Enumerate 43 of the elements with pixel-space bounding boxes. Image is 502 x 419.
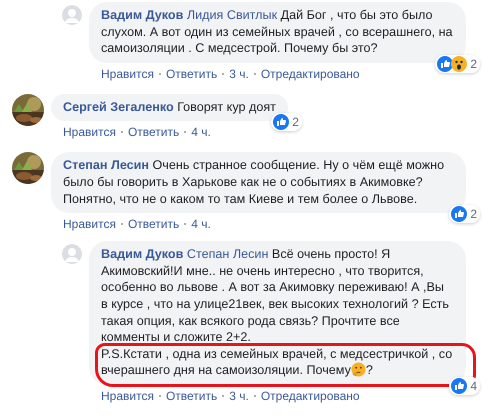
action-link[interactable]: Ответить bbox=[166, 66, 218, 82]
timestamp[interactable]: 3 ч. bbox=[229, 66, 249, 82]
author-link[interactable]: Вадим Дуков bbox=[101, 8, 184, 22]
separator-dot bbox=[120, 223, 123, 226]
reaction-summary[interactable]: 4 bbox=[449, 376, 480, 395]
reaction-count: 2 bbox=[292, 114, 299, 130]
comment-text: Сергей Зегаленко Говорят кур доят bbox=[63, 98, 276, 116]
reaction-count: 4 bbox=[470, 378, 477, 394]
separator-dot bbox=[120, 131, 123, 134]
action-link[interactable]: Нравится bbox=[101, 388, 154, 404]
author-link[interactable]: Степан Лесин bbox=[63, 158, 150, 172]
comment-text: P.S.Кстати , одна из семейных врачей, с медсестричкой , со вчерашнего дня на самоизоляции. Почему ? bbox=[101, 346, 454, 379]
action-link[interactable]: Нравится bbox=[101, 66, 154, 82]
separator-dot bbox=[254, 394, 256, 397]
reaction-summary[interactable]: 2 bbox=[449, 205, 480, 224]
edited-label: Отредактировано bbox=[260, 66, 360, 82]
edited-label: Отредактировано bbox=[260, 388, 360, 404]
timestamp[interactable]: 4 ч. bbox=[191, 216, 211, 232]
reaction-summary[interactable]: 2 bbox=[271, 113, 302, 132]
action-link[interactable]: Ответить bbox=[128, 124, 180, 140]
comment-text: Степан Лесин Очень странное сообщение. Ну о чём ещё можно было бы говорить в Харькове как не о событиях в Акимовке? Понятно, что не о каком то там Киеве и тем более о Львове. bbox=[63, 157, 446, 208]
action-link[interactable]: Ответить bbox=[166, 388, 218, 404]
timestamp[interactable]: 3 ч. bbox=[229, 388, 249, 404]
reaction-count: 2 bbox=[470, 206, 477, 222]
separator-dot bbox=[254, 72, 256, 75]
mention-link[interactable]: Степан Лесин bbox=[186, 247, 268, 262]
separator-dot bbox=[222, 394, 224, 397]
separator-dot bbox=[222, 72, 224, 75]
reaction-summary[interactable]: 2 bbox=[435, 54, 480, 73]
separator-dot bbox=[158, 72, 161, 75]
action-link[interactable]: Ответить bbox=[128, 216, 180, 232]
reaction-count: 2 bbox=[470, 56, 477, 72]
author-link[interactable]: Сергей Зегаленко bbox=[63, 100, 174, 114]
author-link[interactable]: Вадим Дуков bbox=[101, 247, 184, 262]
comment-text: Вадим Дуков Степан Лесин Всё очень просто! Я Акимовский!И мне.. не очень интересно , что творится, особенно во львове . А вот за Акимовку переживаю! А ,Вы в курсе , что на улице21век, век высоких технологий ? Есть такая опция, как всякого рода связь? Прочтите все комменты и сложите 2+2. bbox=[101, 246, 450, 346]
action-link[interactable]: Нравится bbox=[63, 124, 116, 140]
mention-link[interactable]: Лидия Свитлык bbox=[186, 8, 278, 22]
comment-text: Вадим Дуков Лидия Свитлык Дай Бог , что бы это было слухом. А вот один из семейных врачей , со всерашнего, на самоизоляции . С медсестрой. Почему бы это? bbox=[101, 7, 454, 57]
timestamp[interactable]: 4 ч. bbox=[191, 124, 211, 140]
separator-dot bbox=[184, 223, 186, 226]
separator-dot bbox=[158, 394, 161, 397]
action-link[interactable]: Нравится bbox=[63, 216, 116, 232]
separator-dot bbox=[184, 131, 186, 134]
